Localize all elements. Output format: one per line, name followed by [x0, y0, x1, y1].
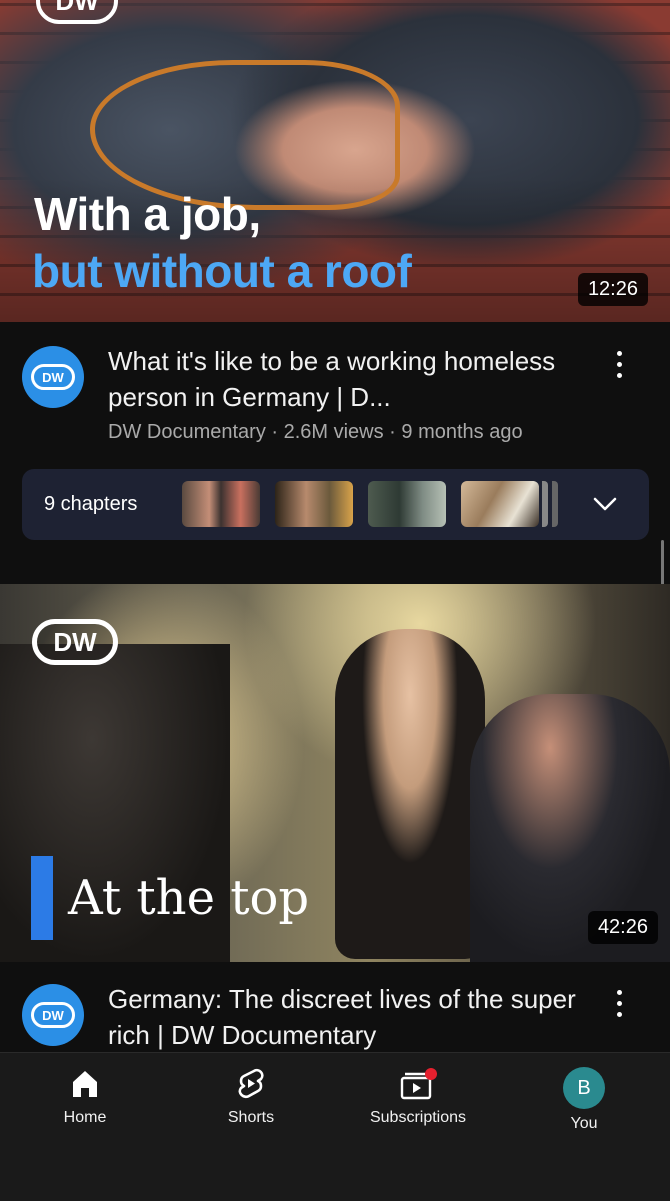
video-title[interactable]: Germany: The discreet lives of the super… — [108, 981, 588, 1053]
nav-subscriptions-label: Subscriptions — [369, 1109, 467, 1126]
user-avatar: B — [563, 1067, 605, 1109]
chapter-thumbnail[interactable] — [368, 481, 446, 527]
nav-subscriptions[interactable]: Subscriptions — [348, 1067, 488, 1127]
thumbnail-subheadline: but without a roof — [32, 245, 412, 297]
channel-avatar[interactable]: DW — [22, 346, 84, 408]
duration-badge: 12:26 — [577, 273, 648, 306]
dw-logo: DW — [31, 1002, 75, 1028]
shorts-icon — [238, 1068, 264, 1099]
chapter-thumbnail[interactable] — [182, 481, 260, 527]
nav-you-label: You — [570, 1115, 598, 1132]
thumbnail-accent-bar — [31, 856, 53, 940]
chapter-thumbnail[interactable] — [461, 481, 539, 527]
chevron-down-icon[interactable] — [593, 494, 617, 514]
more-vertical-icon[interactable] — [614, 351, 624, 378]
dw-logo: DW — [36, 0, 118, 24]
video-thumbnail-1[interactable]: DW With a job, but without a roof 12:26 — [0, 0, 670, 322]
nav-you[interactable]: B You — [514, 1067, 654, 1133]
dw-logo: DW — [32, 619, 118, 665]
chapter-thumbnail[interactable] — [275, 481, 353, 527]
video-title[interactable]: What it's like to be a working homeless … — [108, 343, 578, 415]
nav-shorts-label: Shorts — [227, 1109, 275, 1126]
subscriptions-icon — [400, 1068, 437, 1100]
nav-home-label: Home — [63, 1109, 107, 1126]
chapters-panel[interactable]: 9 chapters — [22, 469, 649, 540]
video-meta: DW Documentary · 2.6M views · 9 months a… — [108, 421, 523, 443]
chapter-stack — [552, 481, 558, 527]
chapter-stack — [542, 481, 548, 527]
thumbnail-headline: With a job, — [34, 188, 261, 240]
more-vertical-icon[interactable] — [614, 990, 624, 1017]
home-icon — [73, 1071, 97, 1097]
chapters-label: 9 chapters — [44, 493, 138, 515]
bottom-navigation: Home Shorts Subscriptions B You — [0, 1052, 670, 1201]
duration-badge: 42:26 — [587, 911, 658, 944]
nav-home[interactable]: Home — [15, 1067, 155, 1127]
dw-logo: DW — [31, 364, 75, 390]
thumbnail-person — [335, 629, 485, 959]
thumbnail-title: At the top — [68, 870, 310, 926]
nav-shorts[interactable]: Shorts — [181, 1067, 321, 1127]
channel-avatar[interactable]: DW — [22, 984, 84, 1046]
